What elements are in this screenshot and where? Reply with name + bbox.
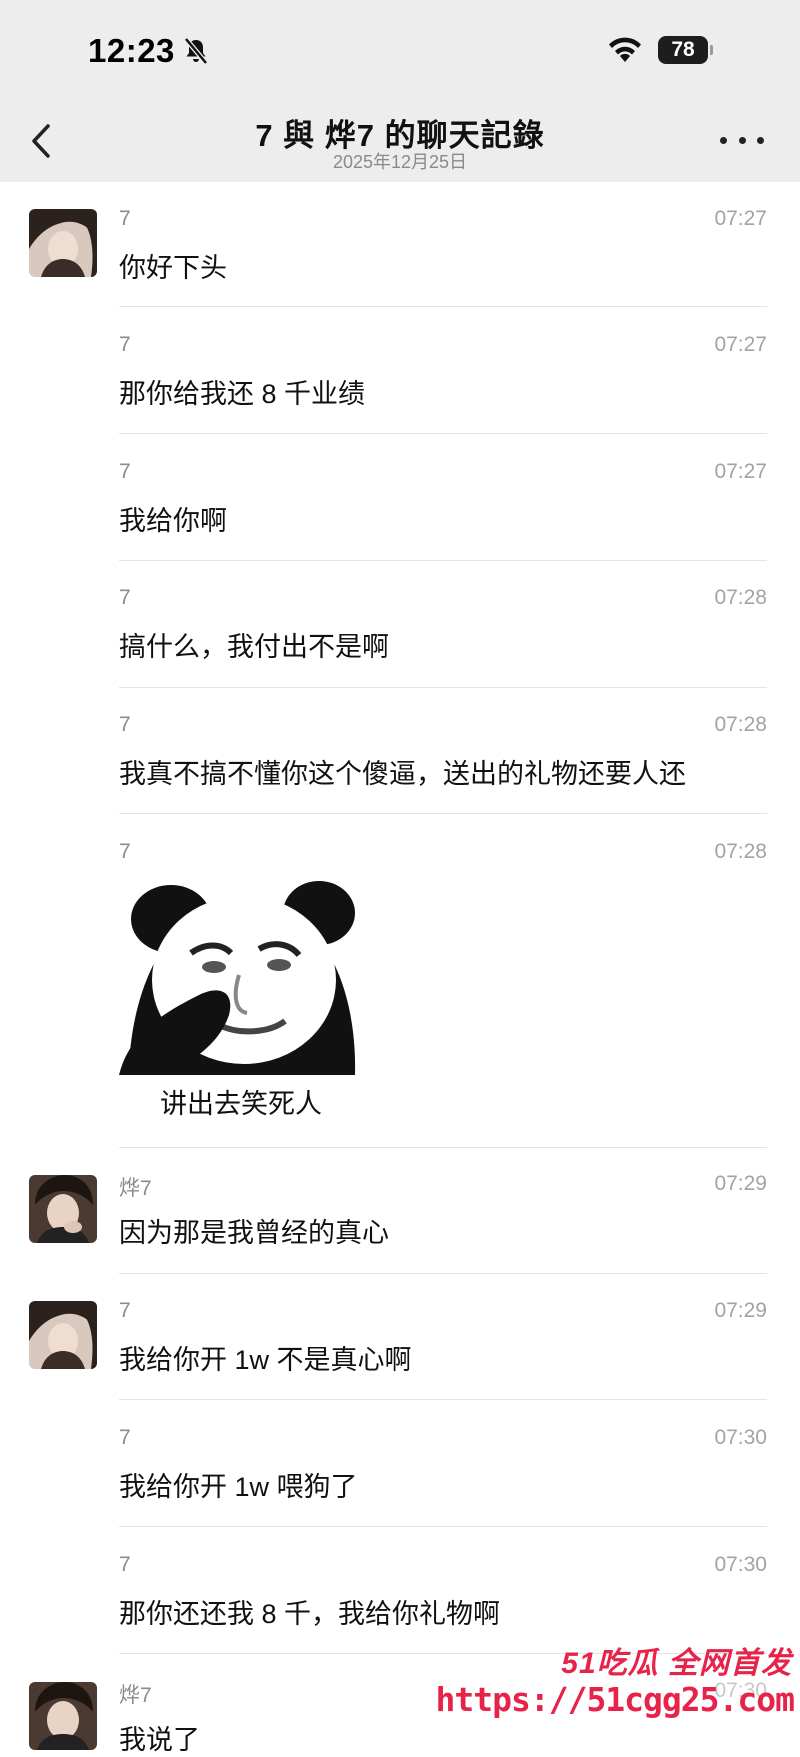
page-subtitle: 2025年12月25日 [332,152,468,172]
wifi-icon [609,37,641,62]
top-bar: 12:23 78 7 與 烨7 的聊天記錄 2025年12月25日 [0,0,800,182]
message-text[interactable]: 那你给我还 8 千业绩 [119,372,365,411]
dot-icon [757,136,764,144]
message-text[interactable]: 你好下头 [119,246,227,285]
message-time: 07:27 [714,207,767,230]
message-text[interactable]: 那你还还我 8 千，我给你礼物啊 [119,1592,500,1631]
dot-icon [738,136,746,144]
message-time: 07:29 [714,1299,767,1322]
avatar[interactable] [29,1682,97,1750]
sender-name: 7 [119,1426,131,1449]
divider [119,306,767,307]
message-time: 07:28 [714,586,767,609]
message-time: 07:28 [714,713,767,736]
message-text[interactable]: 我给你开 1w 不是真心啊 [119,1338,412,1377]
divider [119,560,767,561]
sender-name: 7 [119,586,131,609]
avatar[interactable] [29,1175,97,1243]
message-text[interactable]: 我真不搞不懂你这个傻逼，送出的礼物还要人还 [119,752,686,791]
divider [119,1147,767,1148]
avatar[interactable] [29,209,97,277]
message-time: 07:27 [714,460,767,483]
message-time: 07:27 [714,333,767,356]
sender-name: 烨7 [119,1177,152,1200]
message-text[interactable]: 因为那是我曾经的真心 [119,1211,389,1250]
battery-indicator: 78 [658,36,713,64]
divider [119,1399,767,1400]
message-text[interactable]: 我给你啊 [119,499,227,538]
message-text[interactable]: 我说了 [119,1718,200,1757]
divider [119,813,767,814]
status-time: 12:23 [88,32,209,70]
sender-name: 7 [119,1299,131,1322]
sender-name: 烨7 [119,1684,152,1707]
divider [119,687,767,688]
dot-icon [720,136,727,144]
watermark-brand: 51吃瓜 全网首发 [561,1647,792,1680]
message-text[interactable]: 我给你开 1w 喂狗了 [119,1465,358,1504]
message-text[interactable]: 搞什么，我付出不是啊 [119,625,389,664]
mute-bell-icon [183,37,208,65]
message-time: 07:30 [714,1426,767,1449]
divider [119,1526,767,1527]
watermark-url: https://51cgg25.com [435,1680,795,1719]
message-time: 07:29 [714,1172,767,1195]
message-time: 07:28 [714,840,767,863]
divider [119,433,767,434]
sticker-caption: 讲出去笑死人 [160,1089,322,1119]
sender-name: 7 [119,840,131,863]
divider [119,1273,767,1274]
avatar[interactable] [29,1301,97,1369]
sender-name: 7 [119,713,131,736]
message-time: 07:30 [714,1553,767,1576]
sender-name: 7 [119,207,131,230]
sender-name: 7 [119,333,131,356]
more-options-button[interactable] [720,120,764,160]
sender-name: 7 [119,1553,131,1576]
sender-name: 7 [119,460,131,483]
